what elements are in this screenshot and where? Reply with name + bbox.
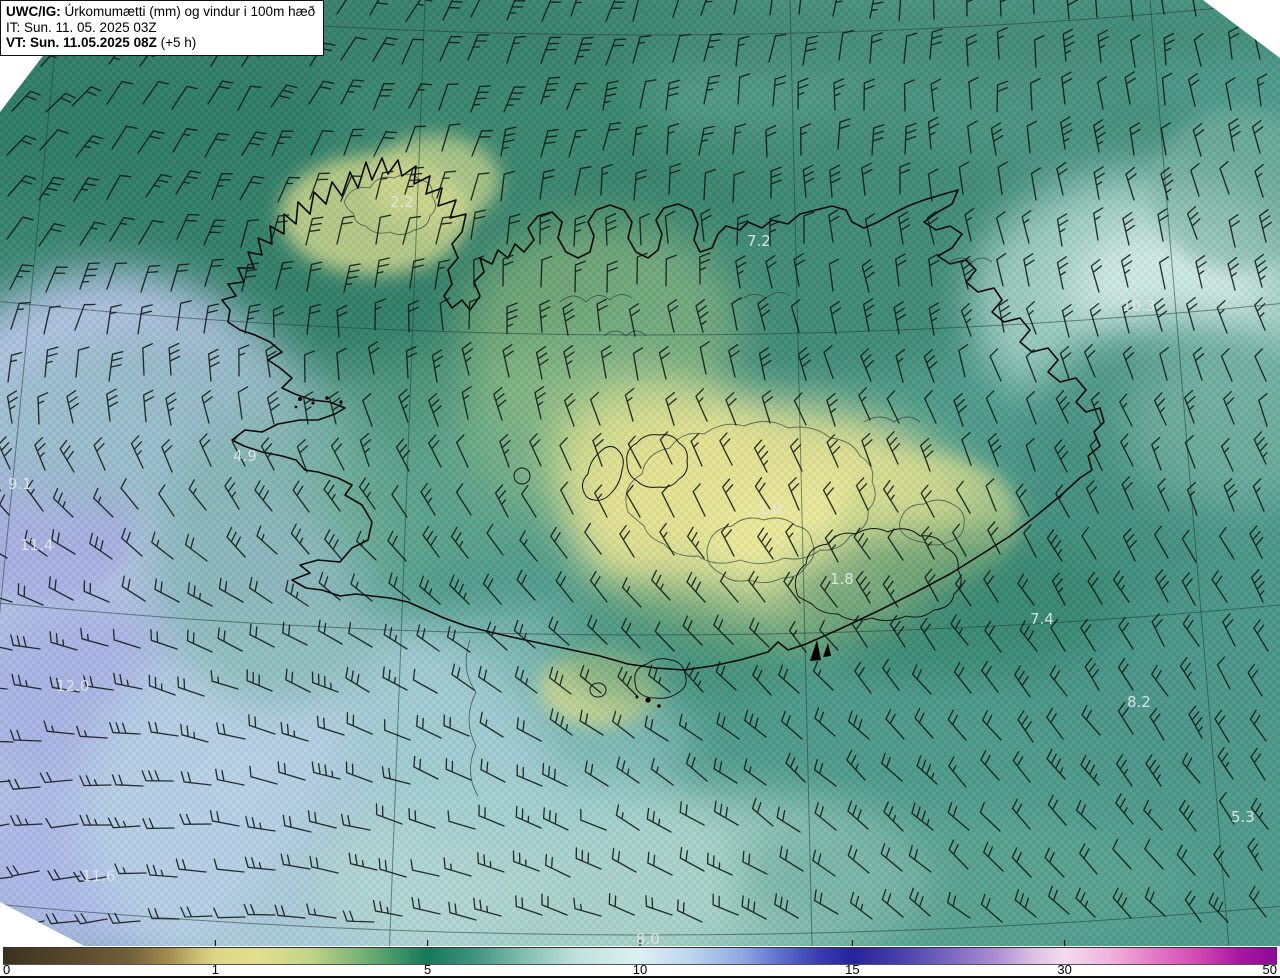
map-canvas: 2.2 7.2 10.3 4.9 9.1 1.0 11.4 1.8 7.4 12.0 8.2 5.3 1… [0, 0, 1280, 950]
pixel-texture [0, 0, 1280, 948]
contour-label: 1.0 [758, 500, 782, 518]
contour-label: 10.3 [1122, 297, 1155, 315]
title-line: UWC/IG: Úrkomumætti (mm) og vindur i 100… [6, 4, 315, 20]
colorbar-tick-label: 50 [1262, 962, 1277, 977]
weather-map: 2.2 7.2 10.3 4.9 9.1 1.0 11.4 1.8 7.4 12.0 8.2 5.3 1… [0, 0, 1280, 978]
contour-label: 7.2 [747, 232, 771, 250]
contour-label: 2.2 [390, 193, 414, 211]
colorbar-tick-label: 15 [845, 962, 860, 977]
colorbar: 0 1 5 10 15 30 50 [0, 946, 1280, 978]
contour-label: 12.0 [56, 677, 89, 695]
contour-label: 5.3 [1231, 808, 1255, 826]
contour-label: 8.2 [1127, 693, 1151, 711]
contour-label: 1.8 [830, 570, 854, 588]
model-id: UWC/IG: [6, 4, 61, 19]
title-box: UWC/IG: Úrkomumætti (mm) og vindur i 100… [0, 0, 325, 56]
init-time: IT: Sun. 11. 05. 2025 03Z [6, 19, 157, 35]
contour-label: 11.4 [20, 536, 53, 554]
colorbar-tick-label: 30 [1057, 962, 1072, 977]
product-title: Úrkomumætti (mm) og vindur i 100m hæð [64, 4, 316, 19]
valid-time-line: VT: Sun. 11.05.2025 08Z (+5 h) [6, 35, 315, 51]
valid-offset: (+5 h) [160, 35, 197, 50]
colorbar-labels: 0 1 5 10 15 30 50 [3, 962, 1277, 977]
contour-label: 9.1 [8, 475, 32, 493]
contour-label: 4.9 [233, 447, 257, 465]
contour-label: 11.6 [82, 867, 115, 885]
valid-time: VT: Sun. 11.05.2025 08Z [6, 35, 157, 50]
colorbar-tick-label: 10 [632, 962, 648, 977]
contour-label: 7.4 [1030, 610, 1054, 628]
colorbar-tick-label: 5 [424, 962, 432, 977]
colorbar-tick-label: 0 [3, 962, 11, 977]
colorbar-tick-label: 1 [211, 962, 219, 977]
